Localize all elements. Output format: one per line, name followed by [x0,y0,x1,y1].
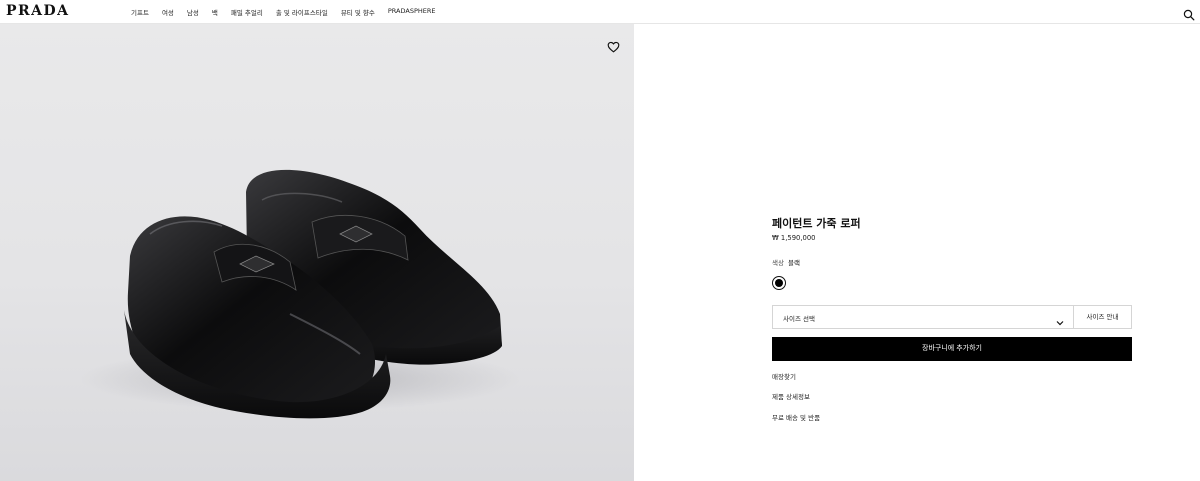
product-price: ₩ 1,590,000 [772,234,816,242]
product-image[interactable] [0,24,634,481]
store-locator-link[interactable]: 매장찾기 [772,371,796,381]
nav-item-beauty-fragrance[interactable]: 뷰티 및 향수 [341,7,375,17]
search-icon[interactable] [1183,6,1195,21]
shipping-returns-link[interactable]: 무료 배송 및 반품 [772,412,820,422]
nav-item-fine-jewelry[interactable]: 패밀 추얼리 [231,7,263,17]
product-image-panel [0,24,634,481]
nav-item-gifts[interactable]: 기프트 [131,7,149,17]
color-row: 색상 블랙 [772,257,800,267]
size-select[interactable]: 사이즈 선택 [772,305,1074,329]
nav-item-pradasphere[interactable]: PRADASPHERE [388,7,436,17]
color-swatch-black[interactable] [772,276,786,290]
nav-item-women[interactable]: 여성 [162,7,174,17]
product-details-link[interactable]: 제품 상세정보 [772,391,810,401]
nav-item-men[interactable]: 남성 [187,7,199,17]
color-value: 블랙 [787,259,800,267]
prada-logo[interactable]: PRADA [6,3,70,19]
nav-item-bags[interactable]: 백 [212,7,218,17]
nav-item-home-lifestyle[interactable]: 출 및 라이프스타일 [276,7,328,17]
heart-icon[interactable] [607,38,620,53]
main-nav: 기프트 여성 남성 백 패밀 추얼리 출 및 라이프스타일 뷰티 및 향수 PR… [131,7,436,17]
site-header: PRADA 기프트 여성 남성 백 패밀 추얼리 출 및 라이프스타일 뷰티 및… [0,0,1200,24]
add-to-bag-button[interactable]: 장바구니에 추가하기 [772,337,1132,361]
size-select-label: 사이즈 선택 [783,315,815,323]
size-guide-button[interactable]: 사이즈 안내 [1073,305,1132,329]
product-title: 페이턴트 가죽 로퍼 [772,217,861,230]
chevron-down-icon [1055,313,1065,326]
color-label: 색상 [772,259,784,267]
